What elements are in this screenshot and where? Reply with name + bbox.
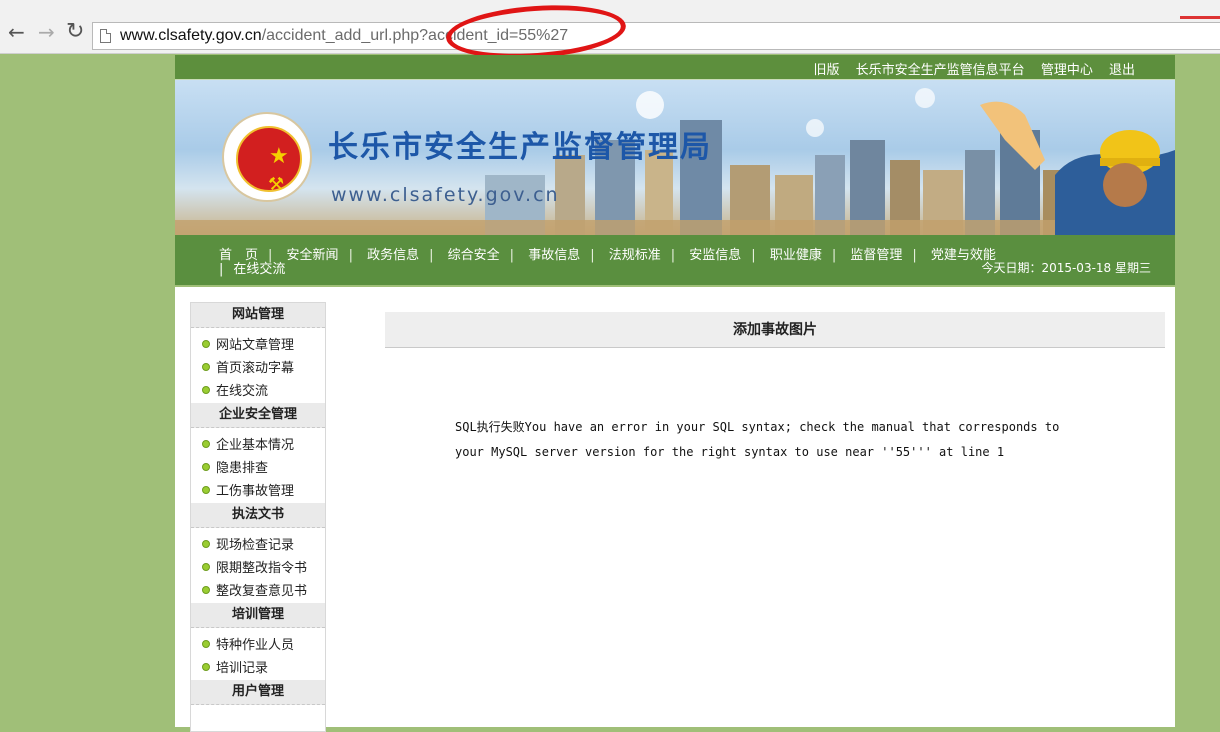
browser-toolbar: ← → ↻ www.clsafety.gov.cn/accident_add_u… — [0, 0, 1220, 54]
bullet-icon — [202, 362, 210, 371]
sidebar-item-inspection-record[interactable]: 现场检查记录 — [191, 534, 325, 557]
nav-separator: | — [429, 248, 434, 263]
nav-online-exchange[interactable]: 在线交流 — [233, 262, 285, 277]
bullet-icon — [202, 339, 210, 348]
nav-separator: | — [912, 248, 917, 263]
page-icon — [100, 29, 111, 43]
sidebar-item-review-opinion[interactable]: 整改复查意见书 — [191, 580, 325, 603]
red-mark — [1180, 16, 1220, 19]
sidebar-section-enforcement: 执法文书 — [191, 503, 325, 528]
page-title: 添加事故图片 — [385, 312, 1165, 348]
bullet-icon — [202, 662, 210, 671]
url-host: www.clsafety.gov.cn — [120, 27, 262, 44]
sidebar-item-label: 整改复查意见书 — [216, 584, 308, 599]
sql-error-message: SQL执行失败You have an error in your SQL syn… — [455, 415, 1065, 465]
content-area: 网站管理 网站文章管理 首页滚动字幕 在线交流 企业安全管理 企业基本情况 隐患… — [175, 287, 1175, 732]
nav-safety-news[interactable]: 安全新闻 — [287, 248, 339, 263]
sidebar-section-website: 网站管理 — [191, 303, 325, 328]
nav-row-second: | 在线交流 — [219, 258, 285, 277]
bullet-icon — [202, 585, 210, 594]
sidebar-item-enterprise-info[interactable]: 企业基本情况 — [191, 434, 325, 457]
organization-name: 长乐市安全生产监督管理局 — [328, 130, 712, 165]
sidebar-item-label: 现场检查记录 — [216, 538, 295, 553]
error-line-1: SQL执行失败You have an error in your SQL syn… — [455, 420, 1060, 434]
sidebar-item-injury-management[interactable]: 工伤事故管理 — [191, 480, 325, 503]
sidebar-item-label: 培训记录 — [216, 661, 269, 676]
current-date: 今天日期：2015-03-18 星期三 — [981, 261, 1151, 275]
main-nav: 首 页 | 安全新闻 | 政务信息 | 综合安全 | 事故信息 | 法规标准 | 安监信息 |… — [175, 235, 1175, 285]
bullet-icon — [202, 462, 210, 471]
government-emblem-logo: ★ ⚒ — [222, 112, 312, 202]
sidebar-item-special-workers[interactable]: 特种作业人员 — [191, 634, 325, 657]
nav-separator: | — [348, 248, 353, 263]
sidebar-item-label: 工伤事故管理 — [216, 484, 295, 499]
sidebar-item-label: 企业基本情况 — [216, 438, 295, 453]
nav-accident-info[interactable]: 事故信息 — [528, 248, 580, 263]
sidebar-item-rectification-order[interactable]: 限期整改指令书 — [191, 557, 325, 580]
nav-separator: | — [831, 248, 837, 263]
top-strip: 旧版 长乐市安全生产监管信息平台 管理中心 退出 — [175, 55, 1175, 80]
forward-arrow-icon[interactable]: → — [38, 22, 55, 42]
nav-separator: | — [509, 248, 515, 263]
bullet-icon — [202, 385, 210, 394]
sidebar-item-article-management[interactable]: 网站文章管理 — [191, 334, 325, 357]
nav-separator: | — [219, 262, 224, 277]
nav-separator: | — [590, 248, 595, 263]
sidebar-section-training: 培训管理 — [191, 603, 325, 628]
sidebar-item-scrolling-captions[interactable]: 首页滚动字幕 — [191, 357, 325, 380]
sidebar-item-training-records[interactable]: 培训记录 — [191, 657, 325, 680]
link-platform[interactable]: 长乐市安全生产监管信息平台 — [856, 63, 1025, 78]
sidebar-item-hazard-check[interactable]: 隐患排查 — [191, 457, 325, 480]
bullet-icon — [202, 562, 210, 571]
nav-occupational-health[interactable]: 职业健康 — [770, 248, 822, 263]
nav-separator: | — [751, 248, 756, 263]
sidebar-item-label: 特种作业人员 — [216, 638, 295, 653]
star-icon: ★ — [269, 144, 289, 169]
link-admin-center[interactable]: 管理中心 — [1041, 63, 1093, 78]
sidebar-section-users: 用户管理 — [191, 680, 325, 705]
sidebar-item-label: 网站文章管理 — [216, 338, 295, 353]
top-links: 旧版 长乐市安全生产监管信息平台 管理中心 退出 — [802, 59, 1135, 78]
sidebar-item-label: 在线交流 — [216, 384, 269, 399]
header-banner: ★ ⚒ 长乐市安全生产监督管理局 www.clsafety.gov.cn — [175, 80, 1175, 235]
nav-supervision-info[interactable]: 安监信息 — [689, 248, 741, 263]
bullet-icon — [202, 439, 210, 448]
nav-supervision-management[interactable]: 监督管理 — [850, 248, 902, 263]
link-logout[interactable]: 退出 — [1109, 63, 1135, 78]
nav-government-info[interactable]: 政务信息 — [367, 248, 419, 263]
organization-domain: www.clsafety.gov.cn — [331, 184, 560, 206]
sidebar-item-label: 隐患排查 — [216, 461, 269, 476]
url-path: /accident_add_url.php?accident_id=55%27 — [261, 27, 569, 44]
back-arrow-icon[interactable]: ← — [8, 22, 25, 42]
link-old-version[interactable]: 旧版 — [814, 63, 840, 78]
nav-general-safety[interactable]: 综合安全 — [448, 248, 500, 263]
nav-separator: | — [670, 248, 676, 263]
sidebar-item-label: 限期整改指令书 — [216, 561, 308, 576]
bullet-icon — [202, 485, 210, 494]
sidebar-section-enterprise: 企业安全管理 — [191, 403, 325, 428]
bullet-icon — [202, 639, 210, 648]
sidebar-item-label: 首页滚动字幕 — [216, 361, 295, 376]
nav-regulations[interactable]: 法规标准 — [609, 248, 661, 263]
error-line-2: your MySQL server version for the right … — [455, 445, 1005, 459]
nav-row: 首 页 | 安全新闻 | 政务信息 | 综合安全 | 事故信息 | 法规标准 | 安监信息 |… — [219, 244, 996, 263]
sidebar-item-online-exchange[interactable]: 在线交流 — [191, 380, 325, 403]
admin-sidebar: 网站管理 网站文章管理 首页滚动字幕 在线交流 企业安全管理 企业基本情况 隐患… — [190, 302, 326, 732]
bullet-icon — [202, 539, 210, 548]
url-text[interactable]: www.clsafety.gov.cn/accident_add_url.php… — [120, 26, 568, 46]
hammer-sickle-icon: ⚒ — [268, 174, 285, 195]
reload-icon[interactable]: ↻ — [66, 21, 84, 43]
address-bar[interactable]: www.clsafety.gov.cn/accident_add_url.php… — [92, 22, 1220, 50]
